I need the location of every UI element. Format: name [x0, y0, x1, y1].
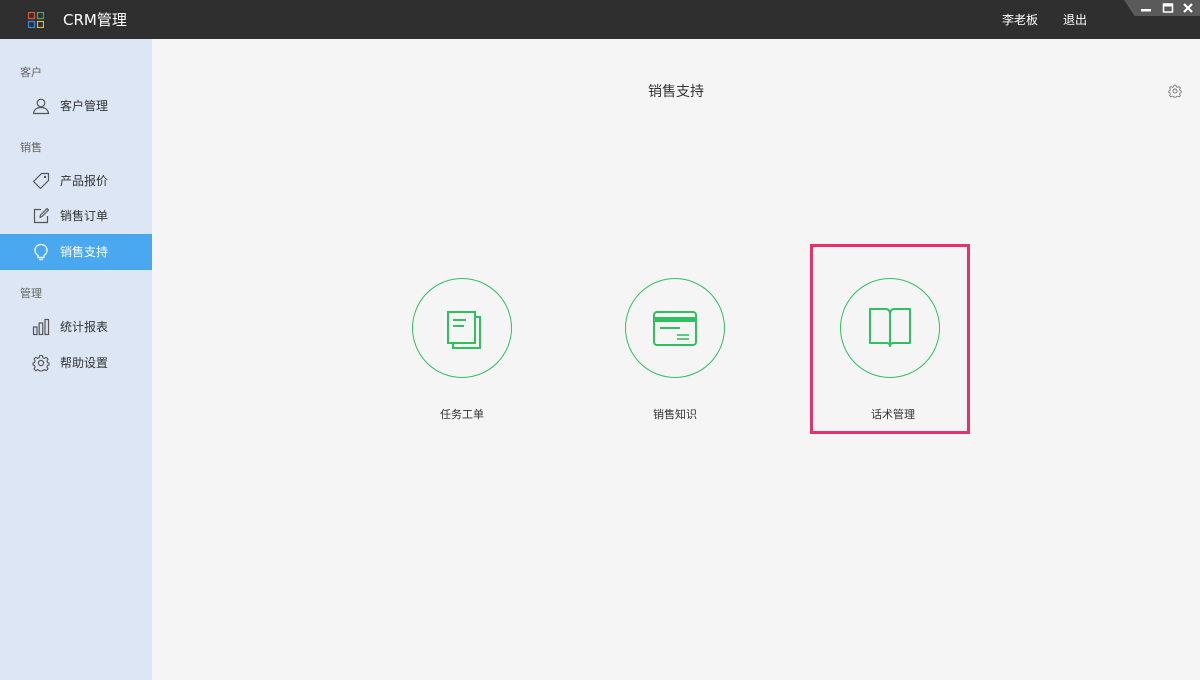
title-bar: CRM管理 李老板 退出	[0, 0, 1200, 39]
feature-icon-circle	[625, 278, 725, 378]
user-icon	[32, 98, 50, 115]
close-icon[interactable]	[1182, 2, 1194, 14]
settings-gear-icon[interactable]	[1168, 84, 1182, 98]
sidebar-item-help-settings[interactable]: 帮助设置	[0, 345, 152, 381]
sidebar-item-statistics[interactable]: 统计报表	[0, 309, 152, 345]
sidebar-item-label: 帮助设置	[60, 356, 109, 370]
page-title: 销售支持	[648, 84, 704, 100]
sidebar: 客户 客户管理 销售 产品报价 销售订单 销售支持 管理 统计报表 帮助设置	[0, 39, 152, 680]
app-title: CRM管理	[63, 11, 127, 29]
feature-script-management[interactable]: 话术管理	[810, 244, 970, 434]
tag-icon	[32, 172, 50, 190]
sidebar-item-label: 销售订单	[60, 209, 109, 223]
minimize-icon[interactable]	[1140, 2, 1152, 14]
feature-label: 销售知识	[653, 408, 697, 421]
sidebar-item-customer-management[interactable]: 客户管理	[0, 88, 152, 124]
main-content: 销售支持 任务工单 销售知识 话术管理	[152, 39, 1200, 680]
sidebar-item-sales-support[interactable]: 销售支持	[0, 234, 152, 270]
sidebar-item-product-quote[interactable]: 产品报价	[0, 163, 152, 199]
sidebar-item-label: 客户管理	[60, 99, 109, 113]
lightbulb-icon	[34, 243, 48, 261]
app-logo-icon	[28, 12, 44, 28]
sidebar-item-label: 产品报价	[60, 174, 109, 188]
feature-icon-circle	[840, 278, 940, 378]
logout-link[interactable]: 退出	[1063, 11, 1087, 29]
window-controls	[1124, 0, 1200, 16]
edit-icon	[33, 207, 50, 224]
book-icon	[869, 308, 911, 347]
section-label-management: 管理	[20, 287, 42, 300]
sidebar-item-sales-order[interactable]: 销售订单	[0, 198, 152, 234]
bar-chart-icon	[32, 318, 50, 336]
section-label-customer: 客户	[20, 66, 42, 79]
user-name-link[interactable]: 李老板	[1002, 11, 1038, 29]
documents-icon	[447, 311, 481, 349]
gear-icon	[32, 354, 50, 372]
feature-sales-knowledge[interactable]: 销售知识	[595, 244, 755, 434]
sidebar-item-label: 统计报表	[60, 320, 109, 334]
card-icon	[653, 311, 697, 346]
feature-label: 任务工单	[440, 408, 484, 421]
feature-icon-circle	[412, 278, 512, 378]
sidebar-item-label: 销售支持	[60, 245, 109, 259]
feature-task-ticket[interactable]: 任务工单	[382, 244, 542, 434]
section-label-sales: 销售	[20, 141, 42, 154]
maximize-icon[interactable]	[1162, 2, 1174, 14]
feature-label: 话术管理	[871, 408, 915, 421]
